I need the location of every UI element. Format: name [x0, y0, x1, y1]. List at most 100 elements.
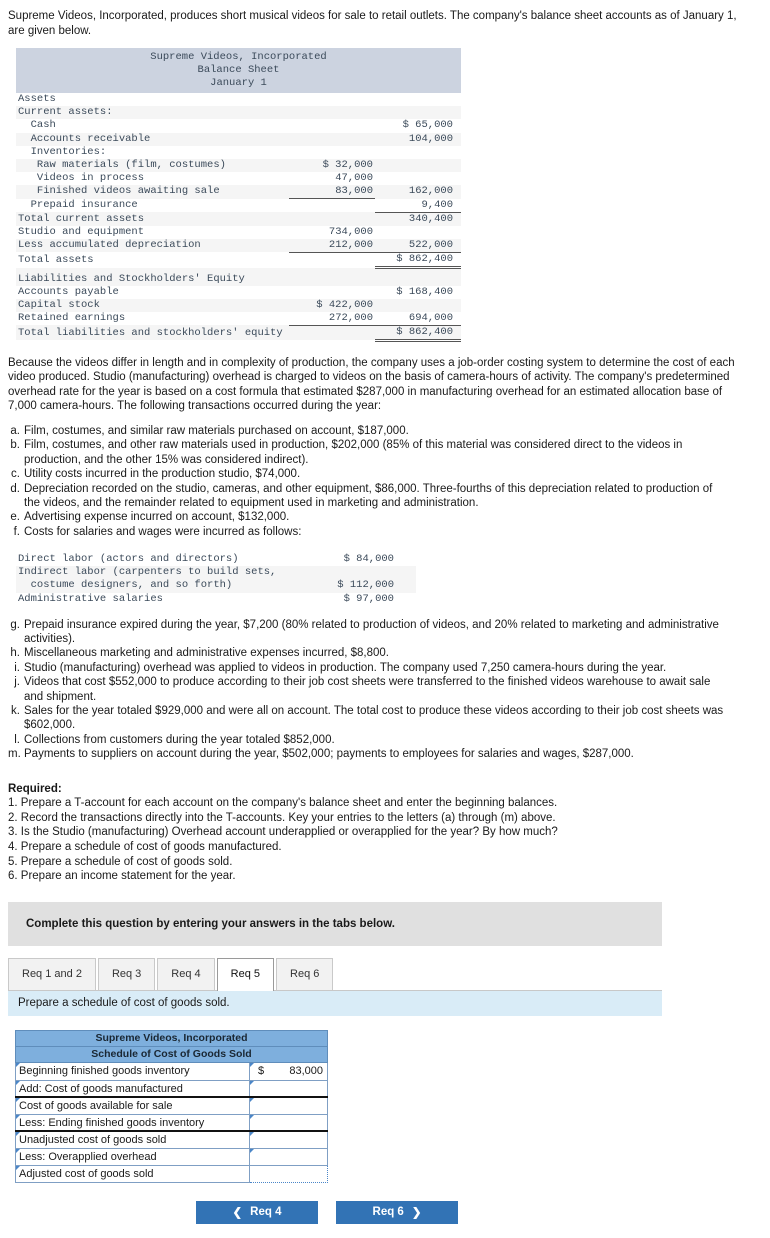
input-cost-of-goods-manufactured[interactable] [249, 1079, 328, 1099]
cell-marker-icon [250, 1132, 254, 1137]
item-text: Film, costumes, and similar raw material… [24, 424, 409, 437]
salary-amount: $ 84,000 [343, 553, 394, 566]
page-root: Supreme Videos, Incorporated, produces s… [0, 0, 770, 1238]
item-marker: m. [8, 748, 21, 761]
bs-col1 [289, 133, 375, 146]
input-beginning-finished-goods[interactable]: $83,000 [249, 1061, 328, 1081]
required-heading: Required: [8, 782, 62, 795]
next-req-button[interactable]: Req 6 ❯ [336, 1200, 458, 1224]
item-text: Videos that cost $552,000 to produce acc… [24, 676, 711, 703]
table-row: Adjusted cost of goods sold [15, 1164, 328, 1183]
item-marker: c. [11, 468, 20, 481]
bs-col1 [289, 212, 375, 226]
bs-col2: $ 65,000 [402, 119, 453, 132]
bs-label: Retained earnings [18, 312, 126, 325]
table-row: Beginning finished goods inventory $83,0… [15, 1061, 328, 1081]
table-row: Assets [16, 93, 461, 106]
prev-req-label: Req 4 [250, 1206, 282, 1219]
required-section: Required: 1. Prepare a T-account for eac… [8, 782, 762, 884]
label-text: Cost of goods available for sale [19, 1100, 173, 1113]
bs-col2 [375, 273, 461, 286]
bs-col2 [375, 146, 461, 159]
table-row: Cash $ 65,000 [16, 119, 461, 132]
cell-marker-icon [16, 1080, 20, 1085]
item-text: Advertising expense incurred on account,… [24, 511, 290, 524]
tab-req-4[interactable]: Req 4 [157, 957, 215, 990]
list-item: k. Sales for the year totaled $929,000 an… [8, 704, 762, 733]
cell-marker-icon [16, 1148, 20, 1153]
row-label-adjusted-cogs: Adjusted cost of goods sold [15, 1164, 250, 1183]
table-row: Administrative salaries $ 97,000 [16, 593, 416, 606]
table-row: Unadjusted cost of goods sold [15, 1130, 328, 1149]
tab-req-5[interactable]: Req 5 [216, 957, 275, 991]
item-marker: d. [10, 482, 20, 495]
row-label-cost-of-goods-manufactured: Add: Cost of goods manufactured [15, 1079, 250, 1099]
item-text: Prepaid insurance expired during the yea… [24, 618, 719, 645]
cell-marker-icon [16, 1114, 20, 1119]
bs-col2: 104,000 [408, 132, 453, 145]
input-overapplied-overhead[interactable] [249, 1147, 328, 1166]
table-row: Retained earnings 272,000 694,000 [16, 311, 461, 326]
salary-label: Direct labor (actors and directors) [18, 553, 239, 566]
bs-label: Prepaid insurance [18, 199, 138, 212]
label-text: Less: Overapplied overhead [19, 1150, 157, 1163]
table-row: Less: Ending finished goods inventory [15, 1113, 328, 1133]
input-unadjusted-cogs[interactable] [249, 1130, 328, 1149]
amount-value: 83,000 [289, 1064, 323, 1077]
tab-req-1-and-2[interactable]: Req 1 and 2 [8, 957, 96, 990]
item-marker: f. [13, 525, 20, 538]
table-row: Accounts payable $ 168,400 [16, 286, 461, 299]
salary-label: Administrative salaries [18, 592, 163, 605]
next-req-label: Req 6 [372, 1206, 404, 1219]
balance-sheet-statement-name: Balance Sheet [197, 64, 280, 77]
list-item: a. Film, costumes, and similar raw materi… [8, 424, 762, 438]
item-text: Film, costumes, and other raw materials … [24, 439, 683, 466]
item-marker: k. [11, 705, 20, 718]
bs-col2 [375, 106, 461, 119]
required-item: 5. Prepare a schedule of cost of goods s… [8, 855, 233, 868]
bs-col1 [289, 106, 375, 119]
row-label-beginning-finished-goods: Beginning finished goods inventory [15, 1061, 250, 1081]
tab-req-6[interactable]: Req 6 [276, 957, 334, 990]
table-row: Indirect labor (carpenters to build sets… [16, 566, 416, 580]
balance-sheet-header: Supreme Videos, Incorporated Balance She… [16, 48, 461, 94]
table-row: Finished videos awaiting sale 83,000 162,0… [16, 184, 461, 200]
salary-label: Indirect labor (carpenters to build sets… [18, 566, 277, 579]
prev-req-button[interactable]: ❮ Req 4 [196, 1200, 318, 1224]
transactions-list-top: a. Film, costumes, and similar raw materi… [8, 424, 762, 539]
label-text: Unadjusted cost of goods sold [19, 1134, 167, 1147]
item-marker: a. [10, 424, 20, 437]
bs-label: Videos in process [18, 171, 145, 184]
item-marker: h. [10, 647, 20, 660]
item-text: Depreciation recorded on the studio, cam… [24, 482, 713, 509]
bs-label: Accounts payable [18, 285, 119, 298]
item-marker: g. [10, 618, 20, 631]
table-row: Accounts receivable 104,000 [16, 132, 461, 146]
item-marker: i. [14, 661, 20, 674]
bs-col2 [375, 93, 461, 106]
answer-schedule-name: Schedule of Cost of Goods Sold [15, 1045, 328, 1063]
bs-col1 [289, 286, 375, 299]
bs-col2: 340,400 [408, 212, 453, 225]
label-text: Less: Ending finished goods inventory [19, 1116, 205, 1129]
table-row: Total current assets 340,400 [16, 212, 461, 226]
bs-label: Less accumulated depreciation [18, 239, 201, 252]
cell-marker-icon [250, 1098, 254, 1103]
cell-marker-icon [16, 1062, 20, 1067]
bs-col1 [289, 325, 375, 340]
currency-symbol: $ [258, 1064, 265, 1077]
table-row: Inventories: [16, 146, 461, 159]
bs-label: Total liabilities and stockholders' equi… [18, 327, 283, 340]
input-cost-of-goods-available[interactable] [249, 1096, 328, 1115]
cell-marker-icon [250, 1062, 254, 1067]
instruction-banner: Complete this question by entering your … [8, 901, 662, 946]
bs-col2: $ 862,400 [375, 252, 461, 270]
bs-col2: 522,000 [375, 238, 461, 253]
list-item: h. Miscellaneous marketing and administra… [8, 646, 762, 660]
bs-label: Accounts receivable [18, 132, 151, 145]
tab-req-3[interactable]: Req 3 [97, 957, 156, 990]
salaries-table: Direct labor (actors and directors) $ 84,… [16, 553, 416, 605]
input-ending-finished-goods[interactable] [249, 1113, 328, 1133]
row-label-cost-of-goods-available: Cost of goods available for sale [15, 1096, 250, 1115]
input-adjusted-cogs[interactable] [249, 1164, 328, 1183]
